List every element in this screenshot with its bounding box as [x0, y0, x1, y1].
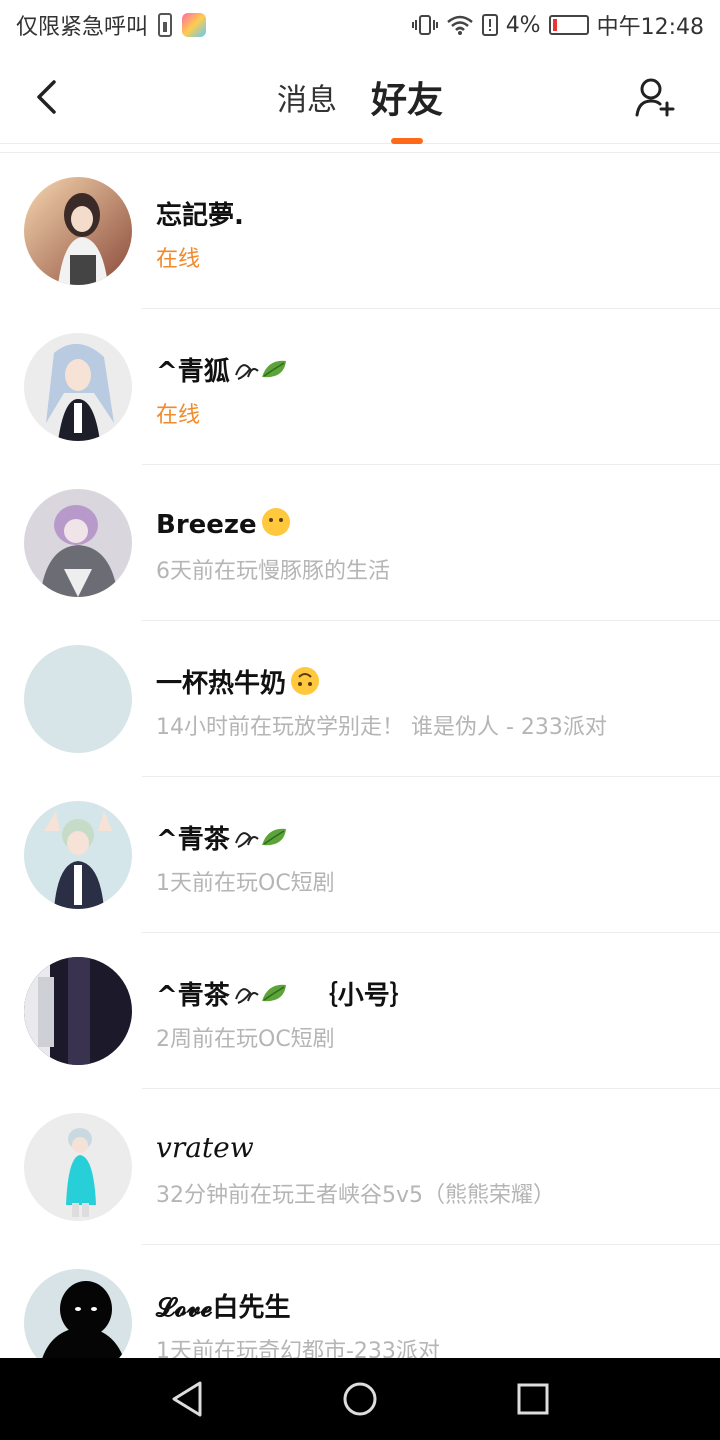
avatar	[24, 489, 132, 597]
list-item[interactable]: vratew 32分钟前在玩王者峡谷5v5（熊熊荣耀）	[0, 1089, 720, 1245]
leaf-icon	[234, 823, 290, 858]
status-bar: 仅限紧急呼叫 4% 中午12:48	[0, 0, 720, 50]
friend-status: 在线	[156, 403, 201, 428]
add-user-icon	[635, 78, 675, 117]
avatar	[24, 1269, 132, 1358]
battery-percent: 4%	[505, 12, 541, 38]
active-tab-indicator	[390, 138, 423, 144]
friend-status: 32分钟前在玩王者峡谷5v5（熊熊荣耀）	[156, 1183, 556, 1208]
avatar	[24, 801, 132, 909]
wifi-icon	[446, 14, 474, 36]
list-item[interactable]: ^青茶 ｛小号｝ 2周前在玩OC短剧	[0, 933, 720, 1089]
avatar	[24, 333, 132, 441]
tab-bar: 消息 好友	[0, 50, 720, 144]
friend-name: 一杯热牛奶	[156, 663, 320, 703]
neutral-face-emoji-icon	[261, 507, 291, 544]
friend-name: Breeze	[156, 507, 291, 544]
tab-friends[interactable]: 好友	[371, 50, 443, 144]
tab-friends-label: 好友	[370, 80, 443, 121]
nav-home-button[interactable]	[330, 1369, 390, 1429]
avatar	[24, 177, 132, 285]
nav-back-button[interactable]	[157, 1369, 217, 1429]
friends-list: 忘記夢. 在线 ^青狐 在线 Breeze 6天前在玩慢豚豚的生活 一杯热牛奶 …	[0, 152, 720, 1358]
list-item[interactable]: 𝓛𝓸𝓿𝓮白先生 1天前在玩奇幻都市-233派对	[0, 1245, 720, 1358]
friend-status: 1天前在玩OC短剧	[156, 871, 335, 896]
friend-status: 6天前在玩慢豚豚的生活	[156, 559, 390, 584]
list-item[interactable]: 一杯热牛奶 14小时前在玩放学别走！ 谁是伪人 - 233派对	[0, 621, 720, 777]
list-item[interactable]: 忘記夢. 在线	[0, 153, 720, 309]
list-item[interactable]: Breeze 6天前在玩慢豚豚的生活	[0, 465, 720, 621]
clock: 中午12:48	[596, 15, 704, 40]
list-item[interactable]: ^青茶 1天前在玩OC短剧	[0, 777, 720, 933]
tab-messages-label: 消息	[276, 83, 337, 118]
avatar	[24, 1113, 132, 1221]
leaf-icon	[234, 979, 290, 1014]
vibrate-icon	[411, 13, 438, 37]
circle-home-icon	[343, 1382, 377, 1416]
battery-saver-icon	[158, 13, 173, 37]
system-navigation-bar	[0, 1358, 720, 1440]
avatar	[24, 957, 132, 1065]
friend-name: 忘記夢.	[156, 201, 244, 231]
triangle-back-icon	[172, 1381, 202, 1417]
friend-name: 𝓛𝓸𝓿𝓮白先生	[156, 1293, 291, 1323]
friend-name-suffix: ｛小号｝	[311, 981, 416, 1011]
app-notification-icon	[182, 13, 207, 37]
top-navigation: 消息 好友	[0, 50, 720, 144]
friend-status: 1天前在玩奇幻都市-233派对	[156, 1339, 440, 1358]
friend-status: 2周前在玩OC短剧	[156, 1027, 335, 1052]
sim-alert-icon	[481, 13, 498, 37]
nav-recents-button[interactable]	[503, 1369, 563, 1429]
add-friend-button[interactable]	[630, 72, 680, 122]
friend-status: 14小时前在玩放学别走！ 谁是伪人 - 233派对	[156, 715, 607, 740]
friend-name: ^青狐	[156, 351, 290, 390]
avatar-placeholder	[24, 645, 132, 753]
carrier-text: 仅限紧急呼叫	[16, 15, 149, 40]
list-item[interactable]: ^青狐 在线	[0, 309, 720, 465]
battery-icon	[548, 15, 589, 35]
tab-messages[interactable]: 消息	[277, 50, 337, 144]
leaf-icon	[234, 355, 290, 390]
upside-down-face-emoji-icon	[290, 666, 320, 703]
friend-name: ^青茶 ｛小号｝	[156, 975, 416, 1014]
square-recents-icon	[517, 1383, 549, 1415]
friend-status: 在线	[156, 247, 201, 272]
friend-name: ^青茶	[156, 819, 290, 858]
friend-name: vratew	[156, 1131, 254, 1164]
